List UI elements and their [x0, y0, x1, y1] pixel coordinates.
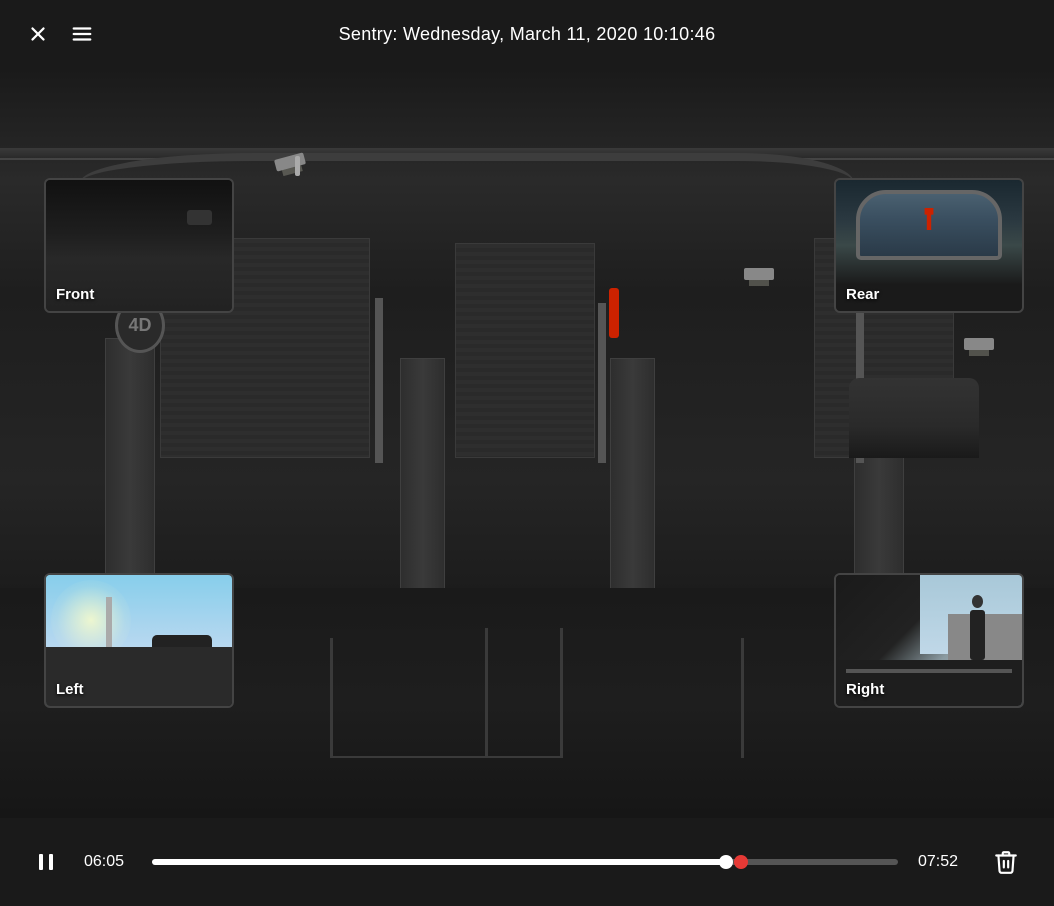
- parking-line-2: [485, 628, 488, 758]
- left-camera-thumbnail[interactable]: Left: [44, 573, 234, 708]
- right-person: [970, 610, 985, 660]
- current-time: 06:05: [84, 853, 132, 871]
- front-camera-label: Front: [56, 286, 94, 303]
- tesla-t-logo: [918, 208, 940, 230]
- rear-camera-thumbnail[interactable]: Rear: [834, 178, 1024, 313]
- right-camera-thumbnail[interactable]: Right: [834, 573, 1024, 708]
- right-stripe: [846, 669, 1012, 673]
- delete-button[interactable]: [986, 842, 1026, 882]
- main-video-area: 4D Front: [0, 68, 1054, 818]
- progress-bar[interactable]: [152, 859, 898, 865]
- background-car: [849, 378, 979, 458]
- fire-extinguisher: [609, 288, 619, 338]
- progress-fill: [152, 859, 726, 865]
- header-title: Sentry: Wednesday, March 11, 2020 10:10:…: [339, 24, 716, 45]
- tesla-logo-area: [904, 209, 954, 229]
- progress-dot-red: [734, 855, 748, 869]
- parking-line-4: [741, 638, 744, 758]
- parking-line-3: [560, 628, 563, 758]
- progress-dot-white: [719, 855, 733, 869]
- top-bar: Sentry: Wednesday, March 11, 2020 10:10:…: [0, 0, 1054, 68]
- front-cam-object: [187, 210, 212, 225]
- ceiling-light-3: [744, 268, 774, 280]
- parking-h-line-1: [330, 756, 560, 758]
- ceiling-light-2: [295, 156, 300, 176]
- charger-1: [375, 298, 383, 463]
- close-button[interactable]: [20, 16, 56, 52]
- left-camera-label: Left: [56, 681, 84, 698]
- rear-camera-label: Rear: [846, 286, 879, 303]
- total-time: 07:52: [918, 853, 966, 871]
- ceiling-light-4: [964, 338, 994, 350]
- garage-shutter-2: [455, 243, 595, 458]
- menu-button[interactable]: [64, 16, 100, 52]
- right-camera-label: Right: [846, 681, 884, 698]
- controls-bar: 06:05 07:52: [0, 818, 1054, 906]
- rear-window-frame: [856, 190, 1002, 260]
- charger-2: [598, 303, 606, 463]
- pause-button[interactable]: [28, 844, 64, 880]
- parking-line-1: [330, 638, 333, 758]
- front-camera-thumbnail[interactable]: Front: [44, 178, 234, 313]
